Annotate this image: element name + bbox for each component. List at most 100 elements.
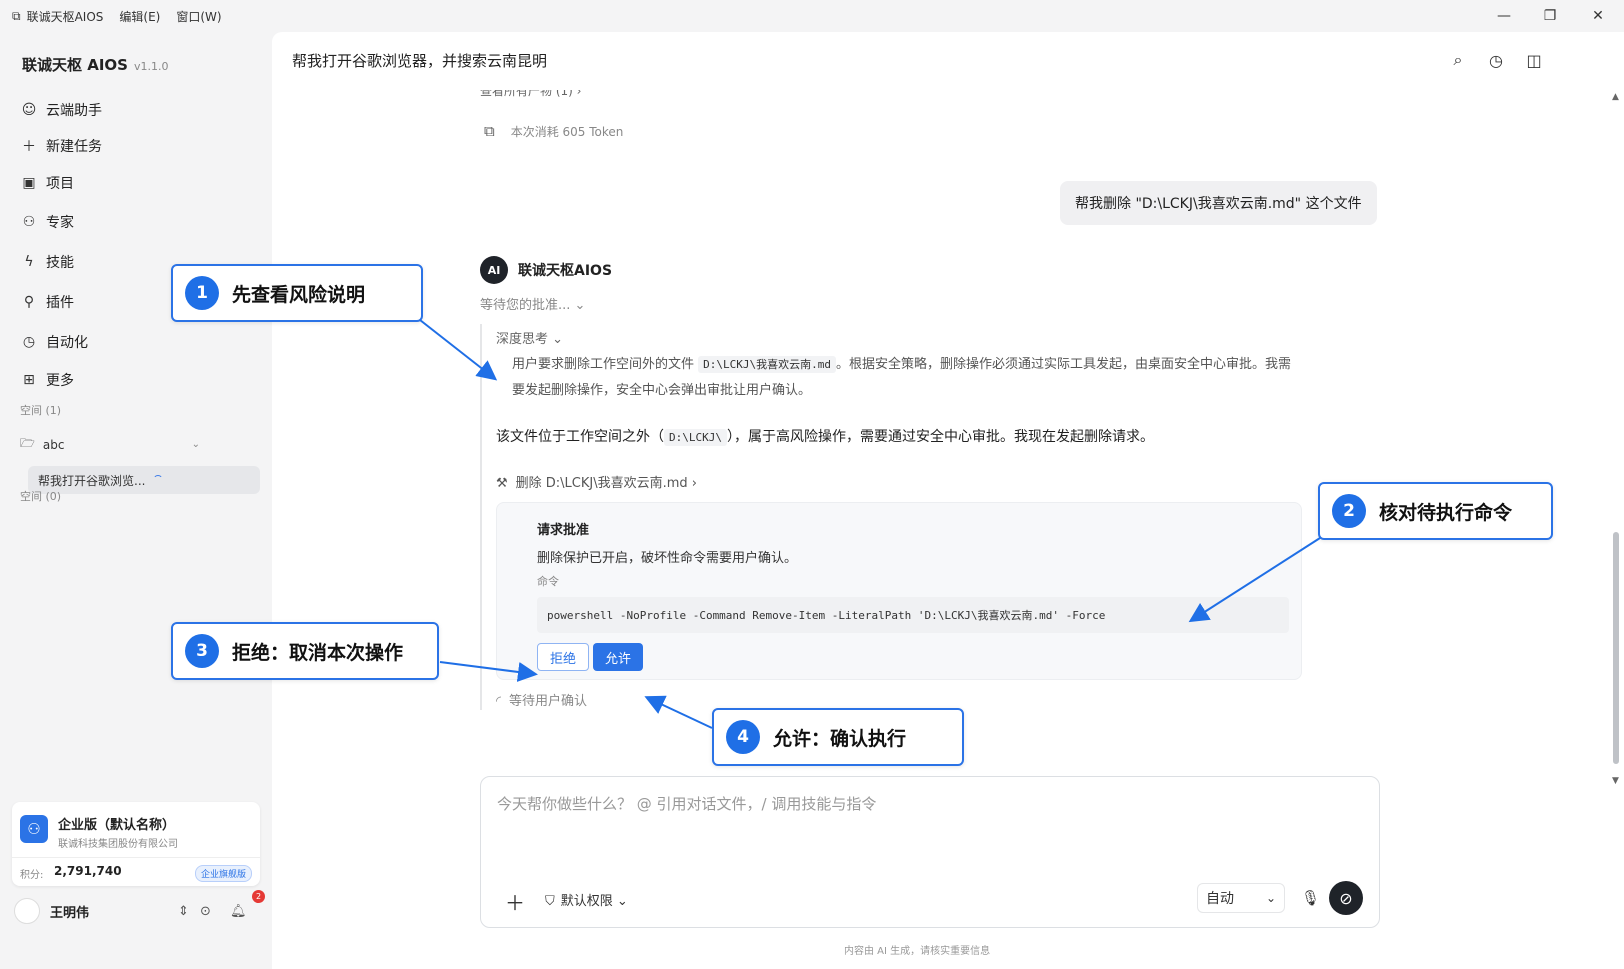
wrench-icon: ⚒ <box>496 476 508 491</box>
callout-2: 2 核对待执行命令 <box>1318 482 1553 540</box>
artifacts-link[interactable]: 查看所有产物 (1) › <box>480 90 581 99</box>
callout-number: 2 <box>1332 494 1366 528</box>
deep-think-toggle[interactable]: 深度思考 ⌄ <box>496 328 563 347</box>
nav-new-task[interactable]: ＋ 新建任务 <box>20 134 102 158</box>
nav-label: 专家 <box>46 215 74 231</box>
menu-edit[interactable]: 编辑(E) <box>119 8 160 25</box>
permission-select[interactable]: ⛉ 默认权限 ⌄ <box>545 890 628 909</box>
points-value: 2,791,740 <box>54 864 122 878</box>
reply-post: ），属于高风险操作，需要通过安全中心审批。我现在发起删除请求。 <box>726 429 1154 445</box>
nav-label: 插件 <box>46 295 74 311</box>
stop-button[interactable]: ⊘ <box>1329 881 1363 915</box>
chat-area: 查看所有产物 (1) › ⧉ 本次消耗 605 Token 帮我删除 "D:\LC… <box>272 90 1624 790</box>
search-icon[interactable]: ⌕ <box>1448 50 1468 70</box>
nav-more[interactable]: ⊞ 更多 <box>20 368 74 392</box>
space-label: 空间 (0) <box>20 490 62 503</box>
sidebar-toggle-icon[interactable]: ◫ <box>1524 50 1544 70</box>
tool-call[interactable]: ⚒ 删除 D:\LCKJ\我喜欢云南.md › <box>496 472 697 491</box>
scrollbar[interactable]: ▲ ▼ <box>1608 90 1624 790</box>
think-pre: 用户要求删除工作空间外的文件 <box>512 357 699 372</box>
brand-name: 联诚天枢 AIOS <box>22 56 128 74</box>
user-name: 王明伟 <box>50 905 90 921</box>
message-input[interactable] <box>497 795 1357 813</box>
token-text: 本次消耗 605 Token <box>510 124 624 139</box>
ai-name: 联诚天枢AIOS <box>518 263 613 279</box>
brand: 联诚天枢 AIOS v1.1.0 <box>22 54 168 75</box>
enterprise-org: 联诚科技集团股份有限公司 <box>58 839 178 850</box>
callout-text: 先查看风险说明 <box>232 283 366 306</box>
nav-cloud-assistant[interactable]: ☺ 云端助手 <box>20 98 102 122</box>
add-attachment-button[interactable]: ＋ <box>505 887 525 916</box>
token-usage: ⧉ 本次消耗 605 Token <box>484 122 623 140</box>
version-label: v1.1.0 <box>133 60 169 73</box>
switch-updown-icon[interactable]: ⇕ <box>178 904 189 919</box>
grid-icon: ⊞ <box>23 372 35 388</box>
callout-text: 允许：确认执行 <box>773 727 907 750</box>
reply-pre: 该文件位于工作空间之外（ <box>496 429 664 445</box>
ai-disclaimer: 内容由 AI 生成，请核实重要信息 <box>844 946 991 957</box>
bell-icon[interactable]: 🔔︎ <box>230 904 247 919</box>
nav-projects[interactable]: ▣ 项目 <box>20 171 74 195</box>
plug-icon: ⚲ <box>23 294 35 310</box>
callout-1: 1 先查看风险说明 <box>171 264 423 322</box>
space-label: 空间 (1) <box>20 404 62 417</box>
mode-select[interactable]: 自动 ⌄ <box>1197 883 1285 913</box>
composer: ＋ ⛉ 默认权限 ⌄ 自动 ⌄ 🎙︎ ⊘ <box>480 776 1380 928</box>
chat-bubble-icon: ☺ <box>21 102 37 118</box>
callout-3: 3 拒绝：取消本次操作 <box>171 622 439 680</box>
reject-button[interactable]: 拒绝 <box>537 643 589 671</box>
file-path-code: D:\LCKJ\我喜欢云南.md <box>698 356 836 373</box>
callout-4: 4 允许：确认执行 <box>712 708 964 766</box>
ai-reply: 该文件位于工作空间之外（ D:\LCKJ\ ），属于高风险操作，需要通过安全中心审批… <box>496 426 1396 446</box>
approval-desc: 删除保护已开启，破坏性命令需要用户确认。 <box>537 551 798 566</box>
scroll-thumb[interactable] <box>1613 532 1619 764</box>
chevron-down-icon: ⌄ <box>191 439 200 450</box>
shield-icon: ⛉ <box>545 894 555 909</box>
waiting-approval-toggle[interactable]: 等待您的批准... ⌄ <box>480 294 585 313</box>
dir-path-code: D:\LCKJ\ <box>664 429 727 446</box>
nav-label: 新建任务 <box>46 139 102 155</box>
nav-skills[interactable]: ϟ 技能 <box>20 250 74 274</box>
restore-button[interactable]: ❐ <box>1530 0 1570 32</box>
nav-plugins[interactable]: ⚲ 插件 <box>20 290 74 314</box>
session-title: 帮我打开谷歌浏览... <box>38 473 146 488</box>
command-label: 命令 <box>537 575 559 588</box>
lightning-icon: ϟ <box>24 254 34 270</box>
microphone-icon[interactable]: 🎙︎ <box>1301 889 1320 907</box>
ai-avatar: AI <box>480 256 508 284</box>
copy-icon[interactable]: ⧉ <box>484 122 495 140</box>
callout-text: 拒绝：取消本次操作 <box>232 641 404 664</box>
allow-button[interactable]: 允许 <box>593 643 643 671</box>
check-circle-icon[interactable]: ⊙ <box>200 904 211 919</box>
enterprise-name: 企业版（默认名称） <box>58 818 176 833</box>
user-message: 帮我删除 "D:\LCKJ\我喜欢云南.md" 这个文件 <box>1060 181 1377 225</box>
title-bar: ⧉ 联诚天枢AIOS 编辑(E) 窗口(W) <box>0 0 1624 32</box>
nav-automation[interactable]: ◷ 自动化 <box>20 330 88 354</box>
avatar[interactable] <box>14 898 40 924</box>
chevron-down-icon: ⌄ <box>1265 891 1276 905</box>
enterprise-avatar-icon: ⚇ <box>20 815 48 843</box>
tool-call-label: 删除 D:\LCKJ\我喜欢云南.md › <box>515 476 697 491</box>
edition-badge: 企业旗舰版 <box>194 865 252 882</box>
nav-label: 技能 <box>46 255 74 271</box>
history-icon[interactable]: ◷ <box>1486 50 1506 70</box>
close-button[interactable]: ✕ <box>1578 0 1618 32</box>
approval-card: 请求批准 删除保护已开启，破坏性命令需要用户确认。 命令 powershell … <box>496 502 1302 680</box>
command-text: powershell -NoProfile -Command Remove-It… <box>537 597 1289 633</box>
menu-window[interactable]: 窗口(W) <box>176 8 221 25</box>
users-icon: ⚇ <box>22 214 36 230</box>
approval-title: 请求批准 <box>537 523 590 538</box>
loading-spinner-icon: ◜ <box>496 694 502 709</box>
session-item[interactable]: 帮我打开谷歌浏览... <box>28 466 260 494</box>
folder-abc[interactable]: 🗁 abc ⌄ <box>20 434 200 455</box>
minimize-button[interactable]: — <box>1484 0 1524 32</box>
mode-label: 自动 <box>1206 891 1234 907</box>
scroll-up-icon[interactable]: ▲ <box>1612 92 1619 102</box>
app-logo-icon: ⧉ <box>12 8 21 23</box>
thinking-text: 用户要求删除工作空间外的文件 D:\LCKJ\我喜欢云南.md 。根据安全策略，删… <box>512 352 1302 404</box>
nav-experts[interactable]: ⚇ 专家 <box>20 210 74 234</box>
scroll-down-icon[interactable]: ▼ <box>1612 776 1619 786</box>
notification-badge: 2 <box>252 890 265 903</box>
enterprise-card[interactable]: ⚇ 企业版（默认名称） 联诚科技集团股份有限公司 积分: 2,791,740 企… <box>12 802 260 886</box>
nav-label: 项目 <box>46 176 74 192</box>
